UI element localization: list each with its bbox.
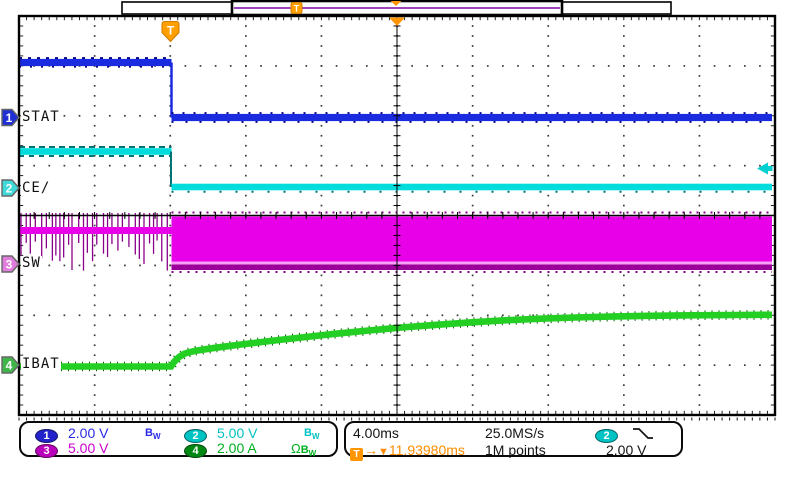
ch4-trace-label: IBAT [21,357,61,372]
ch4-marker-number: 4 [6,359,13,373]
trigger-level-value: 2.00 V [606,443,646,458]
ch4-scale-value: 2.00 A [217,441,257,456]
trigger-source-badge: 2 [595,429,618,443]
ch2-scale-value: 5.00 V [217,426,257,441]
ch1-marker-number: 1 [6,111,13,125]
ch1-trace-label: STAT [21,110,61,125]
ch3-trace-label: SW [21,256,42,271]
ch1-scale-value: 2.00 V [68,426,108,441]
ohm-icon: Ω [291,441,301,456]
oscilloscope-screen: T T 1 2 3 4 STAT CE/ SW IBAT 1 2.00 V BW… [0,0,800,480]
timebase-trigger-readout-box: 4.00ms 25.0MS/s 2 T→▼11.93980ms 1M point… [344,421,683,457]
ch2-marker-number: 2 [6,182,13,196]
timebase-scale: 4.00ms [353,426,399,441]
sample-rate: 25.0MS/s [485,426,544,441]
waveform-traces [19,58,772,366]
trigger-level-arrow-icon[interactable] [757,163,773,175]
graticule-frame [19,16,775,415]
trigger-delay-readout: T→▼11.93980ms [350,443,465,461]
scope-graphics: T T 1 2 3 4 [0,0,800,480]
channel-scale-readout-box: 1 2.00 V BW 2 5.00 V BW 3 5.00 V 4 2.00 … [19,421,338,457]
ch3-badge: 3 [35,444,58,458]
ch4-impedance-bw: ΩBW [291,441,316,461]
ch3-scale-value: 5.00 V [68,441,108,456]
ch3-marker-number: 3 [6,258,13,272]
trigger-slider-label: T [294,4,300,14]
ch4-badge: 4 [184,444,207,458]
record-length: 1M points [485,443,546,458]
delay-reference-marker-icon[interactable] [389,18,405,27]
ch2-trace-label: CE/ [21,181,51,196]
trigger-time-marker-label: T [167,24,175,38]
trigger-t-icon: T [350,448,363,461]
